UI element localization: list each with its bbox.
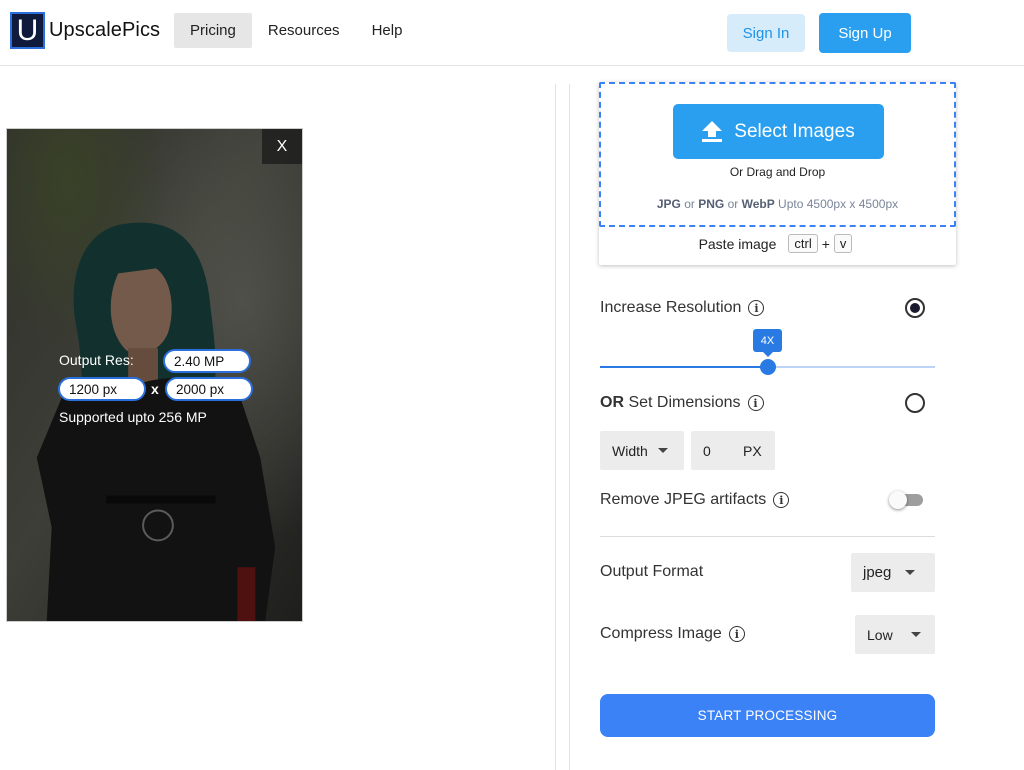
format-webp: WebP [741,197,775,211]
dimension-value: 0 [703,442,711,459]
chevron-down-icon [657,448,668,453]
or-label: OR [600,394,624,411]
slider-thumb[interactable] [759,359,776,375]
logo-text: UpscalePics [49,19,161,41]
key-v: v [833,234,853,253]
logo[interactable]: U UpscalePics [10,12,160,49]
megapixels-field: 2.40 MP [163,349,251,373]
format-jpg: JPG [656,197,681,211]
select-images-button[interactable]: Select Images [673,104,884,159]
info-icon[interactable]: i [773,492,790,508]
chevron-down-icon [910,632,921,637]
compress-image-value: Low [867,626,893,643]
output-format-row: Output Format [600,563,703,581]
dimension-input[interactable]: 0 PX [691,431,775,470]
paste-image-label: Paste image [698,235,777,252]
column-divider [555,84,570,770]
key-ctrl: ctrl [788,234,818,253]
output-format-value: jpeg [863,564,892,581]
resolution-slider[interactable] [600,359,935,375]
format-or-1: or [680,197,699,211]
preview-photo [7,129,302,621]
nav-pricing[interactable]: Pricing [174,13,252,48]
toggle-knob [889,491,907,509]
support-text: Supported upto 256 MP [59,409,207,425]
remove-jpeg-row: Remove JPEG artifacts i [600,491,790,509]
key-plus: + [821,235,830,252]
format-png: PNG [698,197,725,211]
sign-up-button[interactable]: Sign Up [819,13,911,53]
remove-jpeg-label: Remove JPEG artifacts [600,491,767,508]
top-navbar: U UpscalePics Pricing Resources Help Sig… [0,0,1024,66]
compress-image-select[interactable]: Low [855,615,935,654]
format-limit: Upto 4500px x 4500px [774,197,899,211]
increase-resolution-row: Increase Resolution i [600,299,765,317]
increase-resolution-label: Increase Resolution [600,299,742,316]
compress-image-row: Compress Image i [600,625,745,643]
drop-zone[interactable]: Select Images Or Drag and Drop JPG or PN… [599,82,956,227]
output-res-label: Output Res: [59,352,134,368]
slider-value-tooltip: 4X [753,329,782,357]
remove-jpeg-toggle[interactable] [889,491,923,509]
upload-card: Select Images Or Drag and Drop JPG or PN… [599,82,956,265]
info-icon[interactable]: i [748,300,765,316]
slider-fill [600,366,768,368]
start-processing-button[interactable]: START PROCESSING [600,694,935,737]
format-or-2: or [724,197,742,211]
info-icon[interactable]: i [747,395,764,411]
drag-drop-text: Or Drag and Drop [729,165,826,179]
sign-in-button[interactable]: Sign In [727,14,805,52]
close-preview-button[interactable]: X [262,129,302,164]
nav-resources[interactable]: Resources [252,13,356,48]
dimension-select-value: Width [612,442,648,459]
select-images-label: Select Images [734,120,855,142]
set-dimensions-label: Set Dimensions [624,394,741,411]
supported-formats: JPG or PNG or WebP Upto 4500px x 4500px [601,197,954,211]
info-icon[interactable]: i [728,626,745,642]
settings-divider [600,536,935,537]
chevron-down-icon [905,570,916,575]
compress-image-label: Compress Image [600,625,722,642]
set-dimensions-radio[interactable] [905,393,925,413]
output-width-field[interactable]: 1200 px [58,377,146,401]
image-preview: X Output Res: 2.40 MP 1200 px x 2000 px … [6,128,303,622]
dimension-select[interactable]: Width [600,431,684,470]
upload-icon [702,120,723,143]
output-format-select[interactable]: jpeg [851,553,935,592]
output-height-field[interactable]: 2000 px [165,377,253,401]
logo-mark: U [10,12,45,49]
logo-letter: U [16,13,39,47]
nav-help[interactable]: Help [356,13,419,48]
set-dimensions-row: OR Set Dimensions i [600,394,764,412]
output-format-label: Output Format [600,563,704,580]
main-nav: Pricing Resources Help [174,13,418,48]
increase-resolution-radio[interactable] [905,298,925,318]
paste-image-row: Paste image ctrl + v [599,234,956,253]
dimension-separator: x [151,381,159,397]
dimension-unit: PX [743,442,762,459]
